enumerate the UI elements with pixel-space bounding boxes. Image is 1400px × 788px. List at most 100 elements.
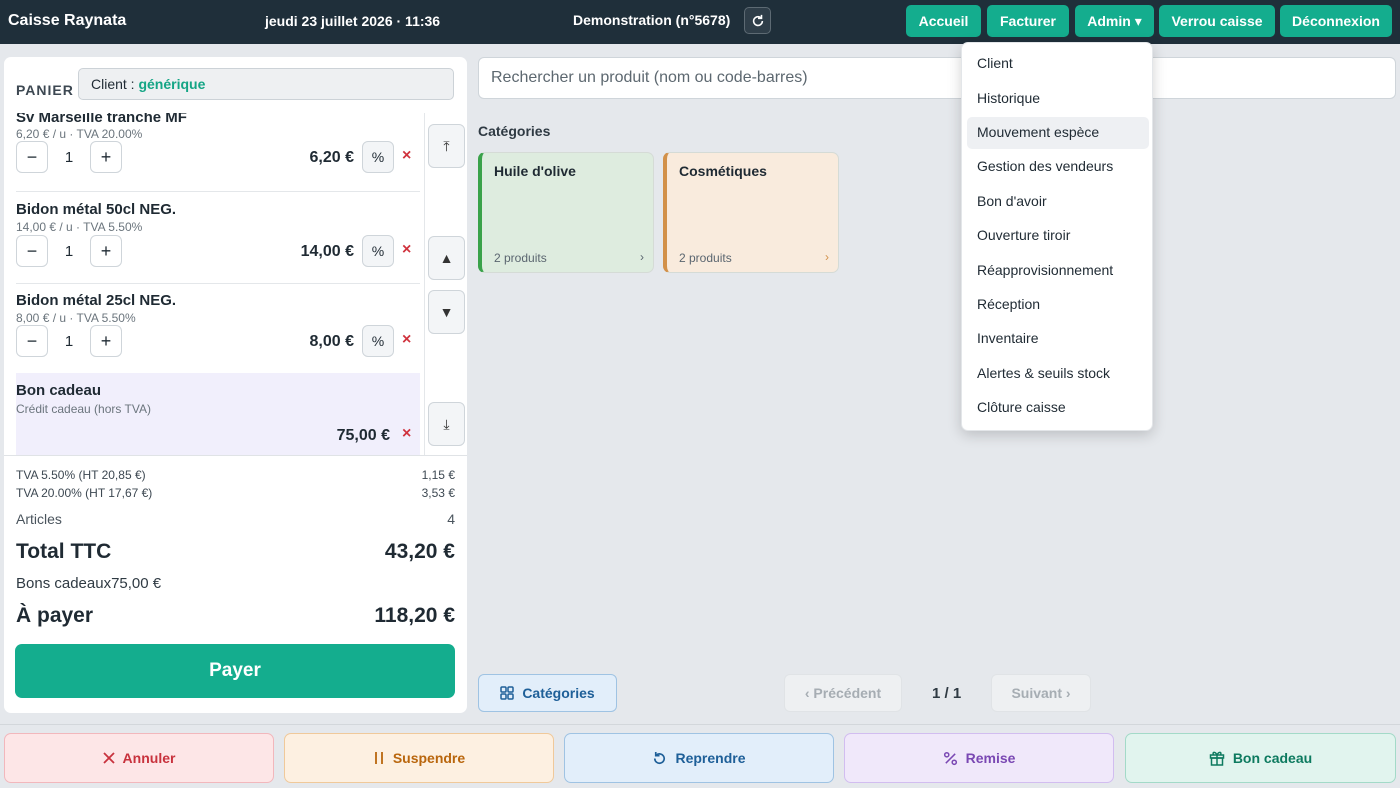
nav-accueil-button[interactable]: Accueil — [906, 5, 981, 37]
qty-plus-button[interactable]: + — [90, 325, 122, 357]
app-title: Caisse Raynata — [8, 12, 127, 29]
tva-line-1: TVA 5.50% (HT 20,85 €) 1,15 € — [16, 468, 455, 482]
item-unit-price: 8,00 € / u · TVA 5.50% — [16, 311, 136, 325]
menu-item-reapprovisionnement[interactable]: Réapprovisionnement — [967, 255, 1149, 287]
qty-minus-button[interactable]: − — [16, 325, 48, 357]
category-card-cosmetiques[interactable]: Cosmétiques 2 produits › — [663, 152, 839, 273]
item-subtitle: Crédit cadeau (hors TVA) — [16, 402, 151, 416]
item-discount-button[interactable]: % — [362, 235, 394, 267]
item-qty: 1 — [64, 243, 74, 260]
product-search-input[interactable] — [478, 57, 1396, 99]
category-name: Huile d'olive — [494, 163, 576, 179]
scroll-column-divider — [424, 113, 425, 455]
item-qty: 1 — [64, 333, 74, 350]
menu-item-gestion-vendeurs[interactable]: Gestion des vendeurs — [967, 151, 1149, 183]
item-qty: 1 — [64, 149, 74, 166]
refresh-icon — [752, 14, 763, 26]
gift-card-label: Bon cadeau — [1232, 750, 1313, 766]
item-price: 6,20 € — [309, 149, 354, 166]
remove-item-button[interactable]: × — [402, 425, 411, 443]
category-name: Cosmétiques — [679, 163, 767, 179]
to-pay-line: À payer 118,20 € — [16, 604, 455, 628]
item-name: Sv Marseille tranche MF — [16, 113, 187, 126]
scroll-top-button[interactable]: ⤒ — [428, 124, 465, 168]
scroll-down-button[interactable]: ▼ — [428, 290, 465, 334]
nav-facturer-button[interactable]: Facturer — [987, 5, 1069, 37]
next-page-button[interactable]: Suivant › — [991, 674, 1091, 712]
percent-icon — [943, 751, 957, 765]
menu-item-ouverture-tiroir[interactable]: Ouverture tiroir — [967, 220, 1149, 252]
item-name: Bidon métal 50cl NEG. — [16, 201, 177, 218]
cart-item: Sv Marseille tranche MF 6,20 € / u · TVA… — [4, 113, 420, 191]
divider — [4, 455, 467, 456]
cancel-button[interactable]: Annuler — [4, 733, 274, 783]
gift-icon — [1209, 751, 1225, 766]
nav-deconnexion-button[interactable]: Déconnexion — [1280, 5, 1392, 37]
divider — [16, 191, 420, 192]
categories-title: Catégories — [478, 123, 551, 139]
to-pay-value: 118,20 € — [374, 604, 455, 627]
category-count: 2 produits — [679, 251, 732, 265]
close-icon — [102, 752, 115, 764]
scroll-bottom-button[interactable]: ⤓ — [428, 402, 465, 446]
item-name: Bon cadeau — [16, 382, 102, 399]
qty-plus-button[interactable]: + — [90, 141, 122, 173]
client-prefix: Client : — [91, 76, 139, 92]
gift-credits-value: 75,00 € — [111, 575, 162, 592]
pause-icon — [374, 752, 383, 764]
suspend-label: Suspendre — [392, 750, 466, 766]
remove-item-button[interactable]: × — [402, 331, 411, 349]
tva-value: 3,53 € — [421, 486, 455, 500]
page-indicator: 1 / 1 — [932, 685, 962, 702]
cart-label: PANIER — [16, 82, 74, 98]
nav-admin-button[interactable]: Admin ▾ — [1075, 5, 1154, 37]
cancel-label: Annuler — [122, 750, 176, 766]
remove-item-button[interactable]: × — [402, 147, 411, 165]
qty-plus-button[interactable]: + — [90, 235, 122, 267]
menu-item-bon-avoir[interactable]: Bon d'avoir — [967, 186, 1149, 218]
qty-minus-button[interactable]: − — [16, 141, 48, 173]
item-discount-button[interactable]: % — [362, 141, 394, 173]
remove-item-button[interactable]: × — [402, 241, 411, 259]
previous-page-button[interactable]: ‹ Précédent — [784, 674, 902, 712]
item-discount-button[interactable]: % — [362, 325, 394, 357]
refresh-button[interactable] — [744, 7, 771, 34]
discount-label: Remise — [965, 750, 1016, 766]
gift-credits-label: Bons cadeaux — [16, 575, 112, 592]
suspend-button[interactable]: Suspendre — [284, 733, 554, 783]
categories-button[interactable]: Catégories — [478, 674, 617, 712]
item-price: 75,00 € — [336, 427, 390, 444]
pay-button[interactable]: Payer — [15, 644, 455, 698]
total-ttc-label: Total TTC — [16, 540, 112, 563]
category-card-huile-olive[interactable]: Huile d'olive 2 produits › — [478, 152, 654, 273]
tva-value: 1,15 € — [421, 468, 455, 482]
tva-line-2: TVA 20.00% (HT 17,67 €) 3,53 € — [16, 486, 455, 500]
menu-item-cloture-caisse[interactable]: Clôture caisse — [967, 392, 1149, 424]
cart-item-gift: Bon cadeau Crédit cadeau (hors TVA) 75,0… — [16, 373, 420, 455]
qty-minus-button[interactable]: − — [16, 235, 48, 267]
category-count: 2 produits — [494, 251, 547, 265]
gift-card-button[interactable]: Bon cadeau — [1125, 733, 1396, 783]
client-selector[interactable]: Client : générique — [78, 68, 454, 100]
menu-item-historique[interactable]: Historique — [967, 83, 1149, 115]
menu-item-mouvement-espece[interactable]: Mouvement espèce — [967, 117, 1149, 149]
menu-item-inventaire[interactable]: Inventaire — [967, 323, 1149, 355]
tva-label: TVA 20.00% (HT 17,67 €) — [16, 486, 153, 500]
nav-verrou-button[interactable]: Verrou caisse — [1159, 5, 1275, 37]
resume-button[interactable]: Reprendre — [564, 733, 834, 783]
client-name: générique — [138, 76, 206, 92]
scroll-up-button[interactable]: ▲ — [428, 236, 465, 280]
menu-item-alertes-seuils[interactable]: Alertes & seuils stock — [967, 358, 1149, 390]
menu-item-client[interactable]: Client — [967, 48, 1149, 80]
item-price: 14,00 € — [300, 243, 354, 260]
resume-icon — [654, 751, 666, 764]
menu-item-reception[interactable]: Réception — [967, 289, 1149, 321]
cart-panel: PANIER Client : générique Sv Marseille t… — [4, 57, 467, 713]
gift-credits-line: Bons cadeaux75,00 € — [16, 575, 455, 592]
cart-items-list[interactable]: Sv Marseille tranche MF 6,20 € / u · TVA… — [4, 113, 424, 455]
item-unit-price: 14,00 € / u · TVA 5.50% — [16, 220, 143, 234]
chevron-right-icon: › — [825, 250, 829, 264]
articles-line: Articles 4 — [16, 511, 455, 527]
discount-button[interactable]: Remise — [844, 733, 1114, 783]
top-bar: Caisse Raynata jeudi 23 juillet 2026 · 1… — [0, 0, 1400, 44]
